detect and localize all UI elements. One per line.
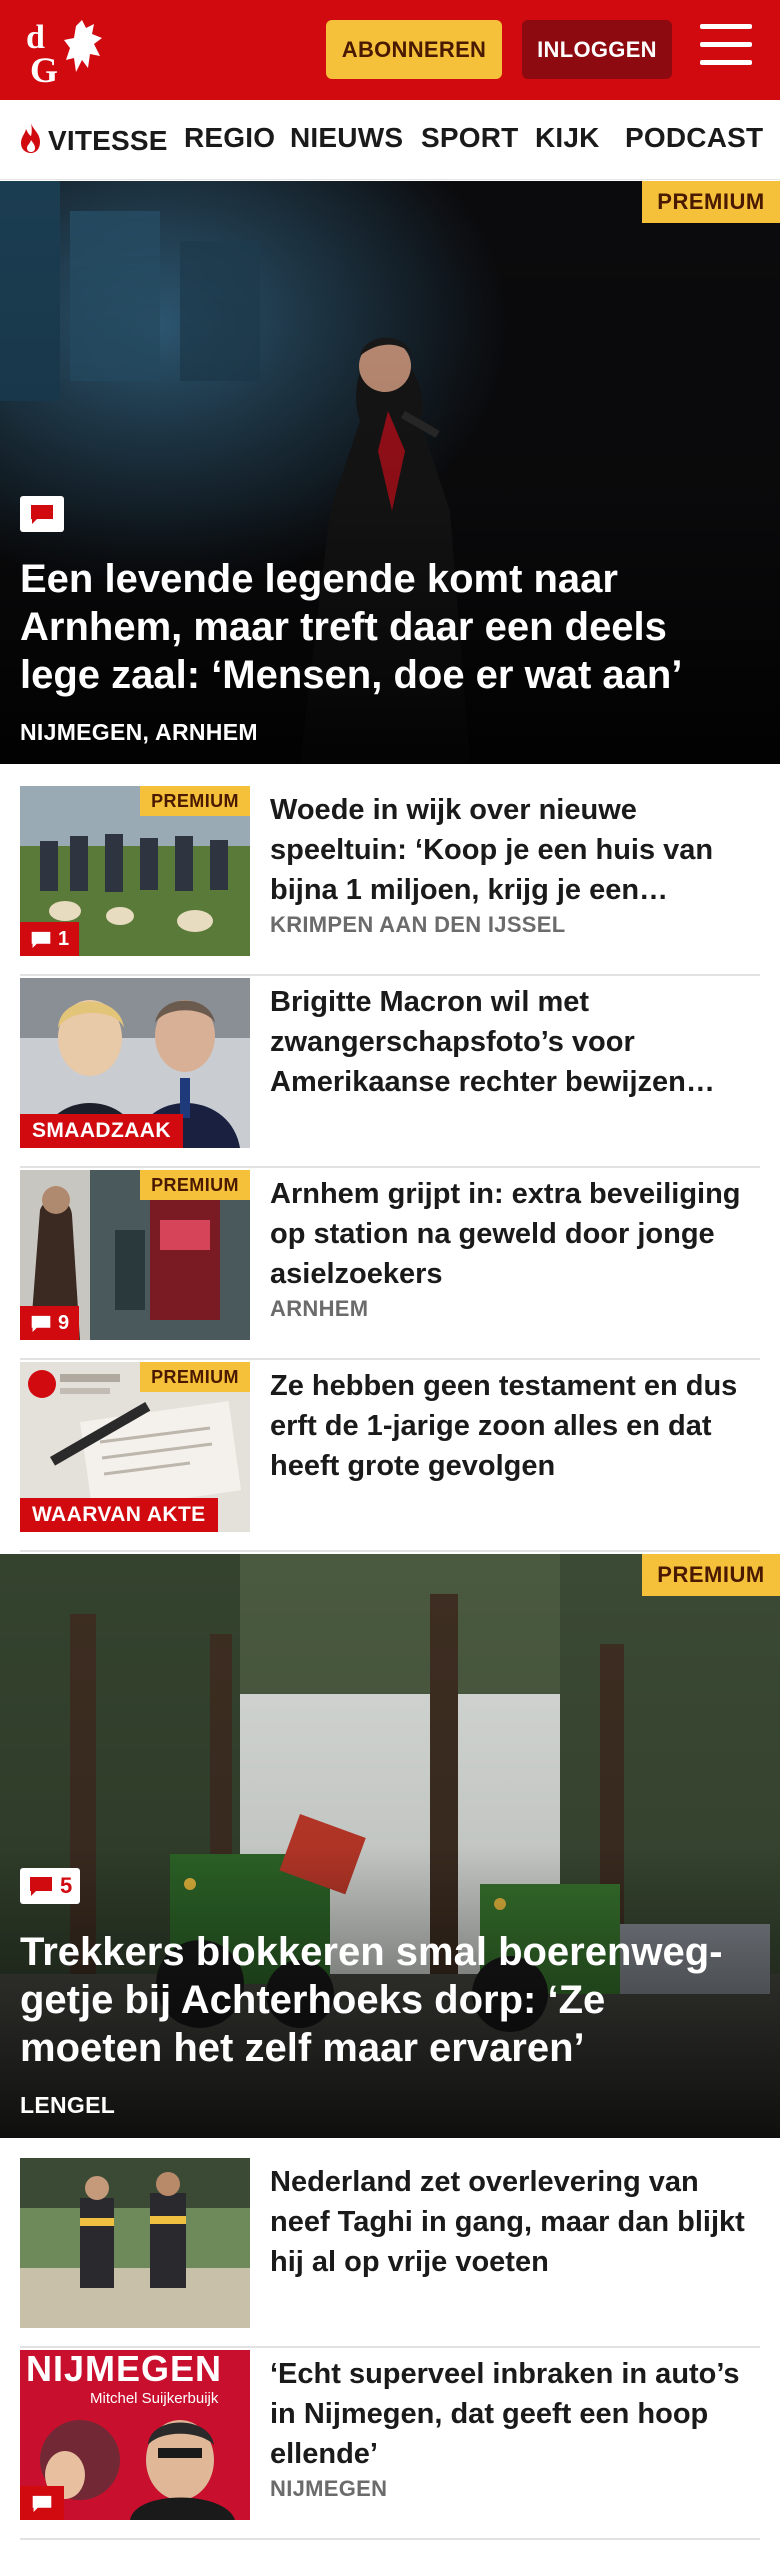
- speech-bubble-icon: [32, 2495, 52, 2512]
- section-nav: VITESSE REGIO NIEUWS SPORT KIJK PODCAST: [0, 100, 780, 180]
- hero-article[interactable]: PREMIUM 5 Trekkers blokkeren smal boeren…: [0, 1554, 780, 2138]
- hero-headline[interactable]: Een levende legende komt naar Arnhem, ma…: [20, 555, 740, 699]
- item-headline[interactable]: ‘Echt superveel inbraken in auto’s in Ni…: [270, 2354, 750, 2474]
- login-button[interactable]: INLOGGEN: [522, 20, 672, 79]
- speech-bubble-icon: [31, 505, 53, 524]
- premium-badge: PREMIUM: [642, 181, 780, 223]
- speech-bubble-icon: [30, 1877, 52, 1896]
- thumbnail-image: [20, 2158, 250, 2328]
- thumbnail-image: PREMIUM 1: [20, 786, 250, 956]
- nav-label: VITESSE: [48, 125, 168, 156]
- nav-item-regio[interactable]: REGIO: [184, 122, 275, 154]
- thumbnail-image: PREMIUM 9: [20, 1170, 250, 1340]
- hero-location: NIJMEGEN, ARNHEM: [20, 719, 258, 745]
- subscribe-button[interactable]: ABONNEREN: [326, 20, 502, 79]
- nav-item-sport[interactable]: SPORT: [421, 122, 518, 154]
- category-label: SMAADZAAK: [20, 1114, 183, 1148]
- thumbnail-image: SMAADZAAK: [20, 978, 250, 1148]
- flame-icon: [21, 123, 40, 153]
- premium-badge: PREMIUM: [642, 1554, 780, 1596]
- nav-item-vitesse[interactable]: VITESSE: [18, 122, 168, 157]
- comment-badge: [20, 496, 64, 532]
- list-item[interactable]: PREMIUM 9 Arnhem grijpt in: extra beveil…: [20, 1170, 760, 1360]
- speech-bubble-icon: [31, 1315, 51, 1332]
- hero-headline[interactable]: Trekkers blokkeren smal boerenweg­getje …: [20, 1928, 740, 2072]
- nav-item-podcast[interactable]: PODCAST: [625, 122, 763, 154]
- thumbnail-title: NIJMEGEN: [26, 2350, 223, 2389]
- list-item[interactable]: PREMIUM 1 Woede in wijk over nieuwe spee…: [20, 786, 760, 976]
- item-location: KRIMPEN AAN DEN IJSSEL: [270, 912, 566, 937]
- hero-location: LENGEL: [20, 2092, 116, 2118]
- thumbnail-image: NIJMEGEN Mitchel Suijkerbuijk: [20, 2350, 250, 2520]
- category-label: WAARVAN AKTE: [20, 1498, 218, 1532]
- list-item[interactable]: SMAADZAAK Brigitte Macron wil met zwange…: [20, 978, 760, 1168]
- hero-article[interactable]: PREMIUM Een levende legende komt naar Ar…: [0, 181, 780, 764]
- premium-badge: PREMIUM: [140, 786, 250, 816]
- comment-count: 9: [20, 1306, 80, 1340]
- item-headline[interactable]: Nederland zet overlevering van neef Tagh…: [270, 2162, 750, 2282]
- nav-item-kijk[interactable]: KIJK: [535, 122, 600, 154]
- item-headline[interactable]: Brigitte Macron wil met zwangerschapsfot…: [270, 982, 750, 1102]
- top-bar: d G ABONNEREN INLOGGEN: [0, 0, 780, 100]
- svg-text:G: G: [30, 50, 58, 86]
- thumbnail-subtitle: Mitchel Suijkerbuijk: [90, 2390, 219, 2407]
- comment-count: 1: [20, 922, 80, 956]
- item-headline[interactable]: Arnhem grijpt in: extra beveili­ging op …: [270, 1174, 750, 1294]
- comment-count: 5: [20, 1868, 81, 1904]
- dg-logo[interactable]: d G: [24, 16, 114, 86]
- premium-badge: PREMIUM: [140, 1170, 250, 1200]
- nav-item-nieuws[interactable]: NIEUWS: [290, 122, 403, 154]
- item-location: ARNHEM: [270, 1296, 369, 1321]
- item-headline[interactable]: Ze hebben geen testament en dus erft de …: [270, 1366, 750, 1486]
- item-location: NIJMEGEN: [270, 2476, 388, 2501]
- thumbnail-image: PREMIUM WAARVAN AKTE: [20, 1362, 250, 1532]
- item-headline[interactable]: Woede in wijk over nieuwe speeltuin: ‘Ko…: [270, 790, 750, 910]
- speech-bubble-icon: [31, 931, 51, 948]
- comment-badge: [20, 2486, 64, 2520]
- list-item[interactable]: PREMIUM WAARVAN AKTE Ze hebben geen test…: [20, 1362, 760, 1552]
- premium-badge: PREMIUM: [140, 1362, 250, 1392]
- menu-icon[interactable]: [700, 24, 752, 70]
- list-item[interactable]: NIJMEGEN Mitchel Suijkerbuijk ‘Echt supe…: [20, 2350, 760, 2540]
- list-item[interactable]: Nederland zet overlevering van neef Tagh…: [20, 2158, 760, 2348]
